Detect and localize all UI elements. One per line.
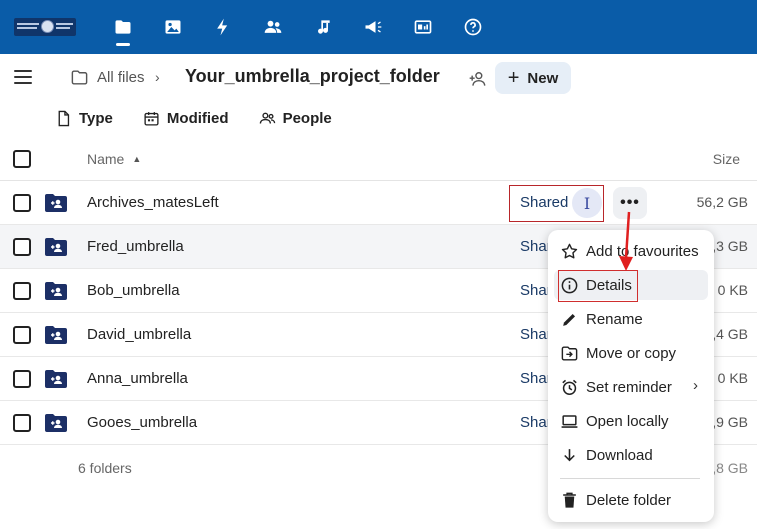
institution-logo[interactable] bbox=[14, 18, 76, 36]
select-all-checkbox[interactable] bbox=[13, 150, 31, 168]
sort-ascending-icon: ▲ bbox=[132, 154, 142, 164]
file-size: ,9 GB bbox=[712, 414, 748, 430]
filter-type[interactable]: Type bbox=[55, 110, 113, 127]
file-name[interactable]: Anna_umbrella bbox=[87, 370, 188, 387]
breadcrumb-chevron-icon: › bbox=[155, 69, 160, 85]
sort-by-name[interactable]: Name ▲ bbox=[87, 151, 141, 167]
download-icon bbox=[558, 444, 580, 466]
filter-people[interactable]: People bbox=[259, 110, 332, 127]
menu-item-set-reminder[interactable]: Set reminder › bbox=[554, 372, 708, 402]
activity-app-icon[interactable] bbox=[212, 16, 234, 38]
trash-icon bbox=[558, 489, 580, 511]
menu-item-label: Delete folder bbox=[586, 491, 672, 509]
menu-item-label: Download bbox=[586, 446, 653, 464]
alarm-icon bbox=[558, 376, 580, 398]
row-checkbox[interactable] bbox=[13, 282, 31, 300]
filter-modified-label: Modified bbox=[166, 110, 229, 127]
shared-folder-icon bbox=[45, 194, 67, 212]
file-name[interactable]: Fred_umbrella bbox=[87, 238, 184, 255]
files-app-icon[interactable] bbox=[112, 16, 134, 38]
menu-item-label: Open locally bbox=[586, 412, 669, 430]
more-actions-button[interactable]: ••• bbox=[613, 187, 647, 219]
shared-status[interactable]: Shar bbox=[520, 326, 552, 343]
filter-bar: Type Modified People bbox=[55, 110, 332, 127]
filter-type-label: Type bbox=[79, 110, 113, 127]
folder-outline-icon bbox=[71, 70, 88, 85]
star-icon bbox=[558, 240, 580, 262]
file-icon bbox=[58, 110, 70, 127]
shared-status[interactable]: Shar bbox=[520, 414, 552, 431]
menu-item-rename[interactable]: Rename bbox=[554, 304, 708, 334]
pencil-icon bbox=[558, 308, 580, 330]
file-size: ,3 GB bbox=[712, 238, 748, 254]
file-name[interactable]: David_umbrella bbox=[87, 326, 191, 343]
contacts-app-icon[interactable] bbox=[262, 16, 284, 38]
people-icon bbox=[259, 112, 275, 124]
shared-folder-icon bbox=[45, 238, 67, 256]
column-name-label: Name bbox=[87, 151, 125, 167]
row-checkbox[interactable] bbox=[13, 370, 31, 388]
menu-item-add-to-favourites[interactable]: Add to favourites bbox=[554, 236, 708, 266]
breadcrumb: All files › Your_umbrella_project_folder… bbox=[0, 54, 757, 104]
chevron-right-icon: › bbox=[693, 377, 698, 394]
photos-app-icon[interactable] bbox=[162, 16, 184, 38]
move-icon bbox=[558, 342, 580, 364]
plus-icon: + bbox=[507, 67, 520, 89]
file-list-header: Name ▲ Size bbox=[0, 138, 757, 181]
share-person-icon[interactable] bbox=[468, 69, 488, 89]
shared-folder-icon bbox=[45, 414, 67, 432]
menu-item-download[interactable]: Download bbox=[554, 440, 708, 470]
filter-modified[interactable]: Modified bbox=[143, 110, 229, 127]
music-app-icon[interactable] bbox=[312, 16, 334, 38]
laptop-icon bbox=[558, 410, 580, 432]
help-app-icon[interactable] bbox=[462, 16, 484, 38]
shared-folder-icon bbox=[45, 326, 67, 344]
dashboard-app-icon[interactable] bbox=[412, 16, 434, 38]
file-name[interactable]: Archives_matesLeft bbox=[87, 194, 219, 211]
menu-item-label: Add to favourites bbox=[586, 242, 699, 260]
menu-item-delete-folder[interactable]: Delete folder bbox=[554, 485, 708, 515]
menu-divider bbox=[560, 478, 700, 479]
menu-item-label: Move or copy bbox=[586, 344, 677, 362]
folder-count: 6 folders bbox=[78, 460, 132, 476]
announcements-app-icon[interactable] bbox=[362, 16, 384, 38]
filter-people-label: People bbox=[282, 110, 332, 127]
menu-item-label: Rename bbox=[586, 310, 643, 328]
shared-folder-icon bbox=[45, 282, 67, 300]
shared-folder-icon bbox=[45, 370, 67, 388]
row-checkbox[interactable] bbox=[13, 238, 31, 256]
top-navigation-bar bbox=[0, 0, 757, 54]
file-size: 0 KB bbox=[717, 370, 748, 386]
menu-hamburger-icon[interactable] bbox=[14, 70, 32, 86]
shared-status[interactable]: Shar bbox=[520, 370, 552, 387]
breadcrumb-all-files-label: All files bbox=[97, 69, 145, 86]
new-button[interactable]: + New bbox=[495, 62, 571, 94]
sort-by-size[interactable]: Size bbox=[713, 151, 740, 167]
row-checkbox[interactable] bbox=[13, 414, 31, 432]
current-folder-title[interactable]: Your_umbrella_project_folder bbox=[185, 66, 440, 87]
details-annotation-box bbox=[558, 270, 638, 302]
shared-status[interactable]: Shar bbox=[520, 282, 552, 299]
row-checkbox[interactable] bbox=[13, 326, 31, 344]
menu-item-move-or-copy[interactable]: Move or copy bbox=[554, 338, 708, 368]
file-size: 56,2 GB bbox=[696, 194, 748, 210]
file-name[interactable]: Gooes_umbrella bbox=[87, 414, 197, 431]
row-checkbox[interactable] bbox=[13, 194, 31, 212]
file-size: ,4 GB bbox=[712, 326, 748, 342]
active-app-indicator bbox=[116, 43, 130, 46]
file-size: 0 KB bbox=[717, 282, 748, 298]
new-button-label: New bbox=[527, 69, 559, 87]
total-size: ,8 GB bbox=[712, 460, 748, 476]
avatar[interactable]: I bbox=[572, 188, 602, 218]
calendar-icon bbox=[144, 112, 159, 126]
menu-item-label: Set reminder bbox=[586, 378, 672, 396]
breadcrumb-all-files[interactable]: All files bbox=[70, 68, 145, 87]
shared-status[interactable]: Shar bbox=[520, 238, 552, 255]
file-name[interactable]: Bob_umbrella bbox=[87, 282, 180, 299]
menu-item-open-locally[interactable]: Open locally bbox=[554, 406, 708, 436]
